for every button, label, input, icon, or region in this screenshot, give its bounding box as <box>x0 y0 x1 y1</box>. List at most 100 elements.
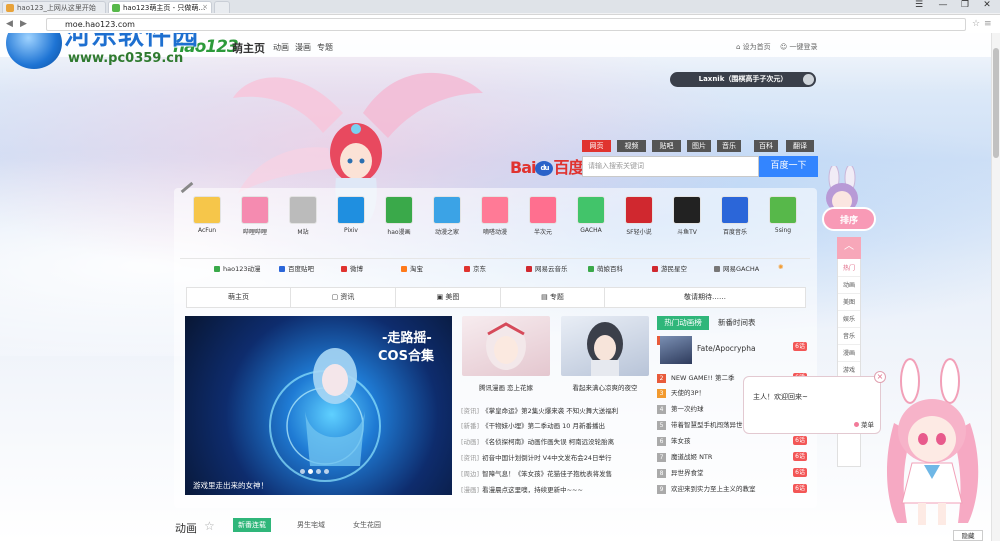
app-5sing[interactable]: 5sing <box>761 196 805 234</box>
restore-icon[interactable]: ❐ <box>954 0 976 12</box>
tab-close-icon[interactable]: × <box>202 3 208 11</box>
app-douyu[interactable]: 斗鱼TV <box>665 196 709 236</box>
close-window-icon[interactable]: ✕ <box>976 0 998 12</box>
link-jd[interactable]: 京东 <box>464 263 486 273</box>
search-tab-video[interactable]: 视频 <box>617 140 646 152</box>
nav-topics[interactable]: 专题 <box>317 42 333 53</box>
tab-ongoing[interactable]: 新番连载 <box>233 518 271 532</box>
search-tab-music[interactable]: 音乐 <box>717 140 741 152</box>
search-tab-tieba[interactable]: 贴吧 <box>652 140 681 152</box>
sort-badge[interactable]: 排序 <box>822 207 876 231</box>
app-bilibili[interactable]: 哔哩哔哩 <box>233 196 277 236</box>
app-haomanhua[interactable]: hao漫画 <box>377 196 421 236</box>
hot-list-item[interactable]: 6 笨女孩 6话 <box>657 435 807 447</box>
banner-dot[interactable] <box>324 469 329 474</box>
sidebar-item-anime[interactable]: 动画 <box>838 277 860 294</box>
search-tab-web[interactable]: 网页 <box>582 140 611 152</box>
news-item[interactable]: [动画] 《名侦探柯南》动画作画失误 柯南远没轮胎离 <box>461 436 653 448</box>
browser-tab-hao123[interactable]: hao123_上网从这里开始 <box>2 1 106 13</box>
bookmark-star-icon[interactable]: ☆ <box>972 19 980 29</box>
banner-dot[interactable] <box>308 469 313 474</box>
link-tieba[interactable]: 百度贴吧 <box>279 263 314 273</box>
hot-feature-item[interactable]: 1 Fate/Apocrypha 6话 <box>657 336 807 364</box>
link-label: 百度贴吧 <box>288 265 314 273</box>
news-item[interactable]: [漫画] 看漫晨点这里噢，持续更新中~~~ <box>461 484 653 496</box>
thumb-caption-2[interactable]: 看起来满心凉爽的夜空 <box>560 382 650 392</box>
app-dida[interactable]: 嘀嗒动漫 <box>473 196 517 236</box>
hot-list-item[interactable]: 9 欢迎来到实力至上主义的教室 6话 <box>657 483 807 495</box>
music-player[interactable]: Laxnik（围棋高手子次元） <box>670 72 816 87</box>
scroll-top-button[interactable]: ︿ <box>837 237 861 259</box>
link-moegirl[interactable]: 萌娘百科 <box>588 263 623 273</box>
tab-girls[interactable]: 女生花园 <box>348 518 386 532</box>
app-acfun[interactable]: AcFun <box>185 196 229 234</box>
mascot-menu-button[interactable]: 菜单 <box>854 419 874 429</box>
link-gamersky[interactable]: 游民星空 <box>652 263 687 273</box>
sidebar-item-manga[interactable]: 漫画 <box>838 345 860 362</box>
search-input[interactable]: 请输入搜索关键词 <box>582 156 759 177</box>
app-bcy[interactable]: 半次元 <box>521 196 565 236</box>
banner-dot[interactable] <box>300 469 305 474</box>
app-pixiv[interactable]: Pixiv <box>329 196 373 234</box>
hot-list-item[interactable]: 7 魔道战姬 NTR 6话 <box>657 451 807 463</box>
nav-anime[interactable]: 动画 <box>273 42 289 53</box>
forward-icon[interactable]: ▶ <box>20 19 27 29</box>
back-icon[interactable]: ◀ <box>6 19 13 29</box>
favorite-star-icon[interactable]: ☆ <box>204 519 215 533</box>
new-tab-button[interactable] <box>214 1 230 13</box>
app-dmzj[interactable]: 动漫之家 <box>425 196 469 236</box>
app-mstation[interactable]: M站 <box>281 196 325 236</box>
hot-list-item[interactable]: 8 异世界食堂 6话 <box>657 467 807 479</box>
banner-title-1: -走路摇- <box>382 331 432 346</box>
thumb-image-1[interactable] <box>462 316 550 376</box>
thumb-caption-1[interactable]: 腾讯漫画 恋上花嫁 <box>461 382 551 392</box>
scrollbar-thumb[interactable] <box>993 48 999 158</box>
episode-count: 6话 <box>793 484 807 493</box>
menu-icon[interactable]: ☰ <box>908 0 930 12</box>
set-homepage-link[interactable]: ⌂ 设为首页 <box>736 42 771 52</box>
tab-boys[interactable]: 男生宅域 <box>292 518 330 532</box>
app-gacha[interactable]: GACHA <box>569 196 613 234</box>
search-tab-image[interactable]: 图片 <box>687 140 711 152</box>
app-baidumusic[interactable]: 百度音乐 <box>713 196 757 236</box>
link-hao123-anime[interactable]: hao123动漫 <box>214 263 261 273</box>
link-netease-music[interactable]: 网易云音乐 <box>526 263 568 273</box>
nav-manga[interactable]: 漫画 <box>295 42 311 53</box>
link-weibo[interactable]: 微博 <box>341 263 363 273</box>
news-item[interactable]: [资讯] 初音中国计划倒计时 V4中文发布会24日举行 <box>461 452 653 464</box>
sidebar-item-hot[interactable]: 热门 <box>838 260 860 277</box>
section-tab-home[interactable]: 萌主页 <box>187 288 291 307</box>
page-scrollbar[interactable] <box>991 33 1000 541</box>
news-item[interactable]: [新番] 《干物妹小埋》第二季动画 10 月新番播出 <box>461 420 653 432</box>
banner-dot[interactable] <box>316 469 321 474</box>
section-tab-pictures[interactable]: ▣ 美图 <box>396 288 501 307</box>
set-homepage-label: 设为首页 <box>742 43 771 51</box>
baidu-logo[interactable]: Bai du 百度 <box>510 154 585 178</box>
thumb-image-2[interactable] <box>561 316 649 376</box>
news-item[interactable]: [周边] 智障气息！《笨女孩》花猫佳子抱枕表将发售 <box>461 468 653 480</box>
browser-menu-icon[interactable]: ≡ <box>984 19 992 29</box>
tab-new-schedule[interactable]: 新番时间表 <box>718 316 756 330</box>
sidebar-item-pictures[interactable]: 美图 <box>838 294 860 311</box>
browser-tab-moe[interactable]: hao123萌主页 - 只做萌… × <box>108 1 212 13</box>
section-tab-news[interactable]: ▢ 资讯 <box>291 288 396 307</box>
search-tab-baike[interactable]: 百科 <box>754 140 778 152</box>
sidebar-item-entertainment[interactable]: 娱乐 <box>838 311 860 328</box>
search-tab-translate[interactable]: 翻译 <box>786 140 814 152</box>
mascot-girl-illustration[interactable] <box>872 353 992 538</box>
link-netease-gacha[interactable]: 网易GACHA <box>714 263 759 273</box>
app-sfnovel[interactable]: SF轻小说 <box>617 196 661 236</box>
link-taobao[interactable]: 淘宝 <box>401 263 423 273</box>
section-tab-coming[interactable]: 敬请期待…… <box>605 288 805 307</box>
sun-icon[interactable]: ✺ <box>778 263 783 271</box>
news-item[interactable]: [资讯] 《掌皇命运》第2集火爆来袭 不知火舞大送福利 <box>461 405 653 417</box>
tab-hot-anime[interactable]: 热门动画榜 <box>657 316 709 330</box>
one-click-login-link[interactable]: ☺ 一键登录 <box>780 42 818 52</box>
url-input[interactable]: moe.hao123.com <box>46 18 966 31</box>
site-logo-sub[interactable]: 萌主页 <box>232 40 265 56</box>
sidebar-item-music[interactable]: 音乐 <box>838 328 860 345</box>
player-toggle-icon[interactable] <box>803 74 814 85</box>
section-tab-topics[interactable]: ▤ 专题 <box>501 288 605 307</box>
minimize-icon[interactable]: — <box>932 0 954 12</box>
mascot-hide-button[interactable]: 隐藏 <box>953 530 983 541</box>
